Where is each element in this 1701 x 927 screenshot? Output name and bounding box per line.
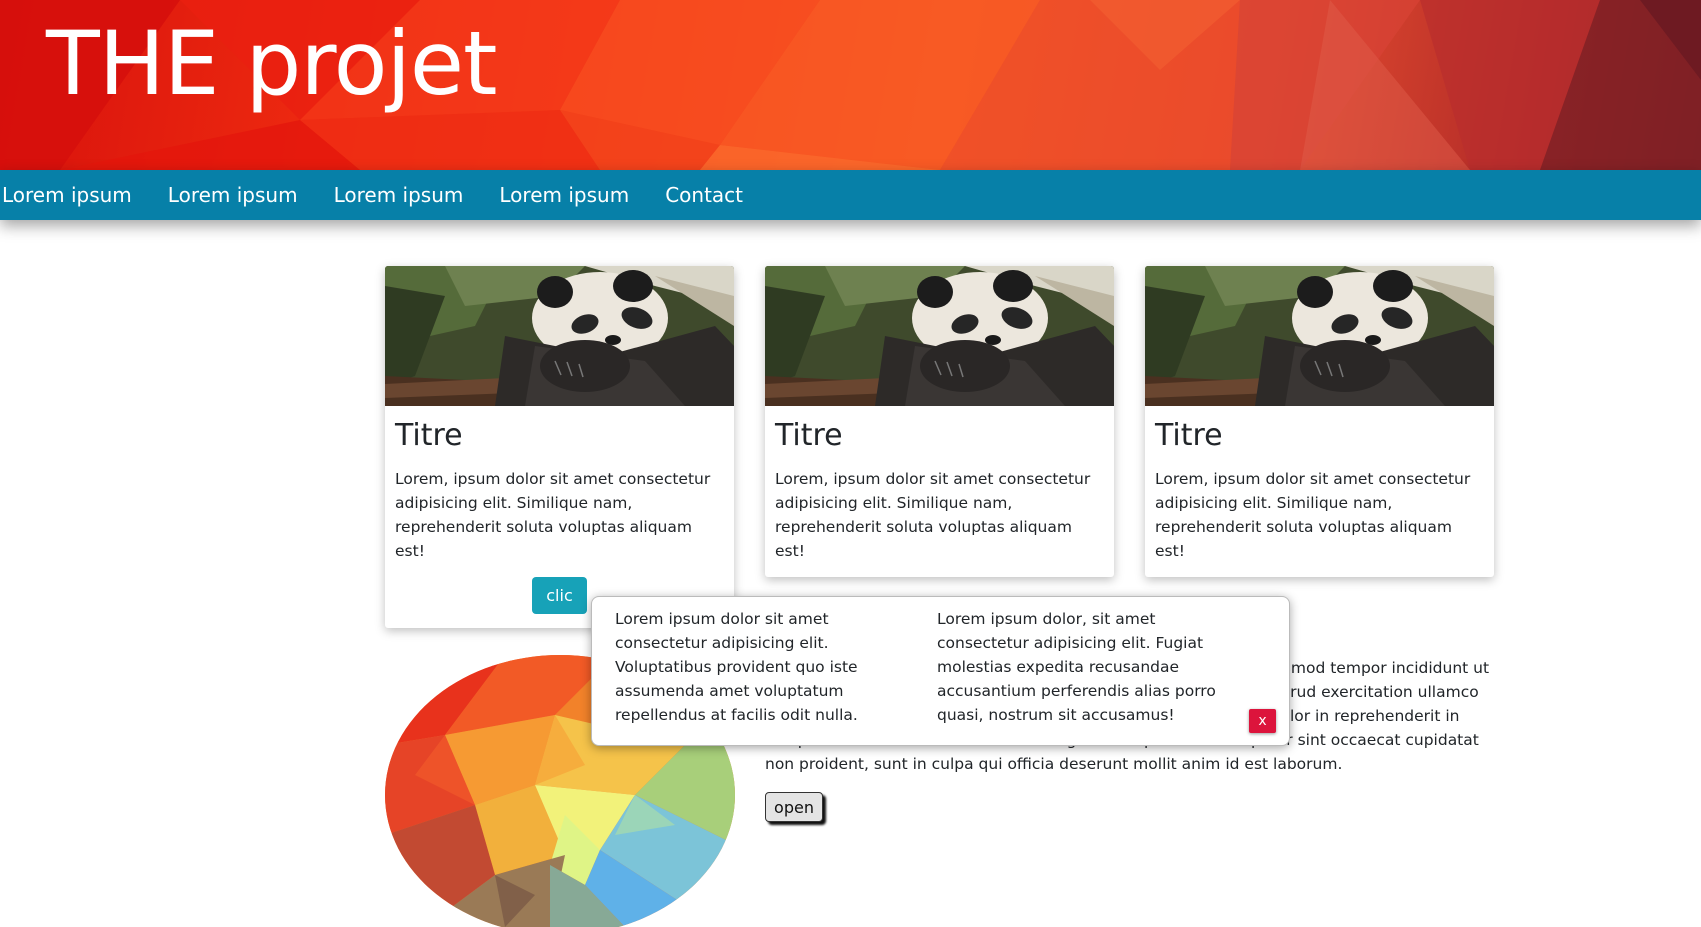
card-title: Titre xyxy=(1155,418,1223,453)
popup-modal: Lorem ipsum dolor sit amet consectetur a… xyxy=(591,596,1290,746)
modal-text-left: Lorem ipsum dolor sit amet consectetur a… xyxy=(615,610,858,724)
card-title: Titre xyxy=(775,418,843,453)
site-title: THE projet xyxy=(46,12,498,115)
nav-item-1[interactable]: Lorem ipsum xyxy=(2,183,132,207)
card-text: Lorem, ipsum dolor sit amet consectetur … xyxy=(775,470,1091,560)
nav-item-2[interactable]: Lorem ipsum xyxy=(168,183,298,207)
site-header: THE projet xyxy=(0,0,1701,170)
modal-close-button[interactable]: x xyxy=(1249,709,1276,733)
card-1: Titre Lorem, ipsum dolor sit amet consec… xyxy=(385,266,734,628)
modal-text-right: Lorem ipsum dolor, sit amet consectetur … xyxy=(937,610,1216,724)
card-3: Titre Lorem, ipsum dolor sit amet consec… xyxy=(1145,266,1494,577)
clic-button[interactable]: clic xyxy=(532,577,587,614)
open-button[interactable]: open xyxy=(765,792,823,822)
main-navbar: Lorem ipsum Lorem ipsum Lorem ipsum Lore… xyxy=(0,170,1701,220)
nav-item-contact[interactable]: Contact xyxy=(665,183,743,207)
panda-photo xyxy=(385,266,734,406)
card-text: Lorem, ipsum dolor sit amet consectetur … xyxy=(395,470,711,560)
nav-item-4[interactable]: Lorem ipsum xyxy=(499,183,629,207)
nav-item-3[interactable]: Lorem ipsum xyxy=(334,183,464,207)
card-title: Titre xyxy=(395,418,463,453)
card-text: Lorem, ipsum dolor sit amet consectetur … xyxy=(1155,470,1471,560)
panda-photo xyxy=(1145,266,1494,406)
card-2: Titre Lorem, ipsum dolor sit amet consec… xyxy=(765,266,1114,577)
panda-photo xyxy=(765,266,1114,406)
